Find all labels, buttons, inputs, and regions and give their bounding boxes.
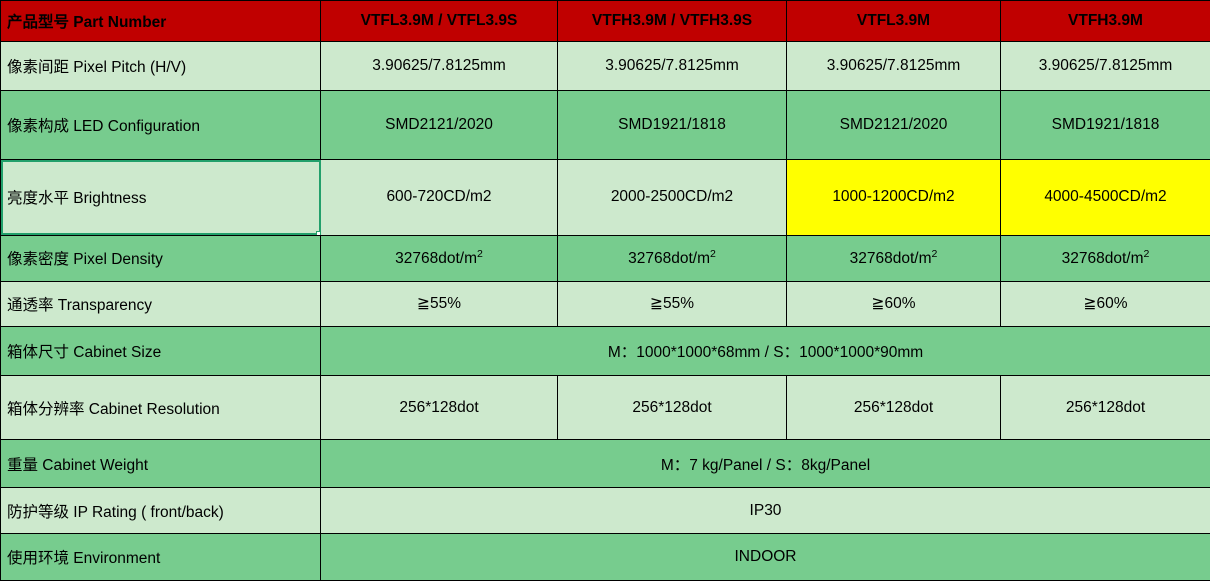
row-label-cabinet-weight: 重量 Cabinet Weight	[0, 439, 321, 488]
cell-pixel-density-3: 32768dot/m2	[786, 234, 1001, 283]
cell-environment-merged: INDOOR	[320, 533, 1210, 581]
pixel-density-value-1: 32768dot/m2	[395, 248, 483, 268]
cell-transparency-4: ≧60%	[1000, 281, 1210, 327]
cell-brightness-2: 2000-2500CD/m2	[557, 159, 787, 236]
cell-led-configuration-3: SMD2121/2020	[786, 89, 1001, 161]
cell-pixel-pitch-2: 3.90625/7.8125mm	[557, 41, 787, 91]
pixel-density-value-2: 32768dot/m2	[628, 248, 716, 268]
cell-transparency-2: ≧55%	[557, 281, 787, 327]
cell-pixel-density-4: 32768dot/m2	[1000, 234, 1210, 283]
cell-pixel-pitch-1: 3.90625/7.8125mm	[320, 41, 558, 91]
cell-cabinet-resolution-2: 256*128dot	[557, 375, 787, 441]
row-label-cabinet-resolution: 箱体分辨率 Cabinet Resolution	[0, 375, 321, 441]
row-label-pixel-density: 像素密度 Pixel Density	[0, 234, 321, 283]
cell-pixel-pitch-3: 3.90625/7.8125mm	[786, 41, 1001, 91]
table-header-row: 产品型号 Part Number VTFL3.9M / VTFL3.9S VTF…	[0, 0, 1210, 43]
header-col-1: VTFL3.9M / VTFL3.9S	[320, 0, 558, 43]
cell-pixel-density-1: 32768dot/m2	[320, 234, 558, 283]
cell-brightness-1: 600-720CD/m2	[320, 159, 558, 236]
row-label-cabinet-size: 箱体尺寸 Cabinet Size	[0, 325, 321, 377]
table-row-led-configuration: 像素构成 LED Configuration SMD2121/2020 SMD1…	[0, 89, 1210, 161]
cell-led-configuration-4: SMD1921/1818	[1000, 89, 1210, 161]
row-label-environment: 使用环境 Environment	[0, 533, 321, 581]
cell-cabinet-resolution-4: 256*128dot	[1000, 375, 1210, 441]
cell-cabinet-resolution-3: 256*128dot	[786, 375, 1001, 441]
led-specification-table: 产品型号 Part Number VTFL3.9M / VTFL3.9S VTF…	[0, 0, 1210, 581]
table-row-brightness: 亮度水平 Brightness 600-720CD/m2 2000-2500CD…	[0, 159, 1210, 236]
cell-pixel-pitch-4: 3.90625/7.8125mm	[1000, 41, 1210, 91]
header-col-3: VTFL3.9M	[786, 0, 1001, 43]
cell-led-configuration-2: SMD1921/1818	[557, 89, 787, 161]
table-row-environment: 使用环境 Environment INDOOR	[0, 533, 1210, 581]
cell-brightness-4: 4000-4500CD/m2	[1000, 159, 1210, 236]
table-row-cabinet-resolution: 箱体分辨率 Cabinet Resolution 256*128dot 256*…	[0, 375, 1210, 441]
pixel-density-value-3: 32768dot/m2	[849, 248, 938, 268]
pixel-density-value-4: 32768dot/m2	[1061, 248, 1150, 268]
row-label-brightness[interactable]: 亮度水平 Brightness	[0, 159, 321, 236]
header-col-4: VTFH3.9M	[1000, 0, 1210, 43]
cell-cabinet-weight-merged: M：7 kg/Panel / S：8kg/Panel	[320, 439, 1210, 488]
cell-cabinet-size-merged: M：1000*1000*68mm / S：1000*1000*90mm	[320, 325, 1210, 377]
cell-cabinet-resolution-1: 256*128dot	[320, 375, 558, 441]
table-row-transparency: 通透率 Transparency ≧55% ≧55% ≧60% ≧60%	[0, 281, 1210, 327]
header-col-2: VTFH3.9M / VTFH3.9S	[557, 0, 787, 43]
cell-ip-rating-merged: IP30	[320, 486, 1210, 535]
cell-pixel-density-2: 32768dot/m2	[557, 234, 787, 283]
cell-brightness-3: 1000-1200CD/m2	[786, 159, 1001, 236]
cell-transparency-3: ≧60%	[786, 281, 1001, 327]
table-row-pixel-density: 像素密度 Pixel Density 32768dot/m2 32768dot/…	[0, 234, 1210, 283]
row-label-transparency: 通透率 Transparency	[0, 281, 321, 327]
row-label-led-configuration: 像素构成 LED Configuration	[0, 89, 321, 161]
row-label-pixel-pitch: 像素间距 Pixel Pitch (H/V)	[0, 41, 321, 91]
header-label-part-number: 产品型号 Part Number	[0, 0, 321, 43]
table-row-ip-rating: 防护等级 IP Rating ( front/back) IP30	[0, 486, 1210, 535]
cell-transparency-1: ≧55%	[320, 281, 558, 327]
table-row-pixel-pitch: 像素间距 Pixel Pitch (H/V) 3.90625/7.8125mm …	[0, 41, 1210, 91]
table-row-cabinet-weight: 重量 Cabinet Weight M：7 kg/Panel / S：8kg/P…	[0, 439, 1210, 488]
cell-led-configuration-1: SMD2121/2020	[320, 89, 558, 161]
table-row-cabinet-size: 箱体尺寸 Cabinet Size M：1000*1000*68mm / S：1…	[0, 325, 1210, 377]
row-label-ip-rating: 防护等级 IP Rating ( front/back)	[0, 486, 321, 535]
